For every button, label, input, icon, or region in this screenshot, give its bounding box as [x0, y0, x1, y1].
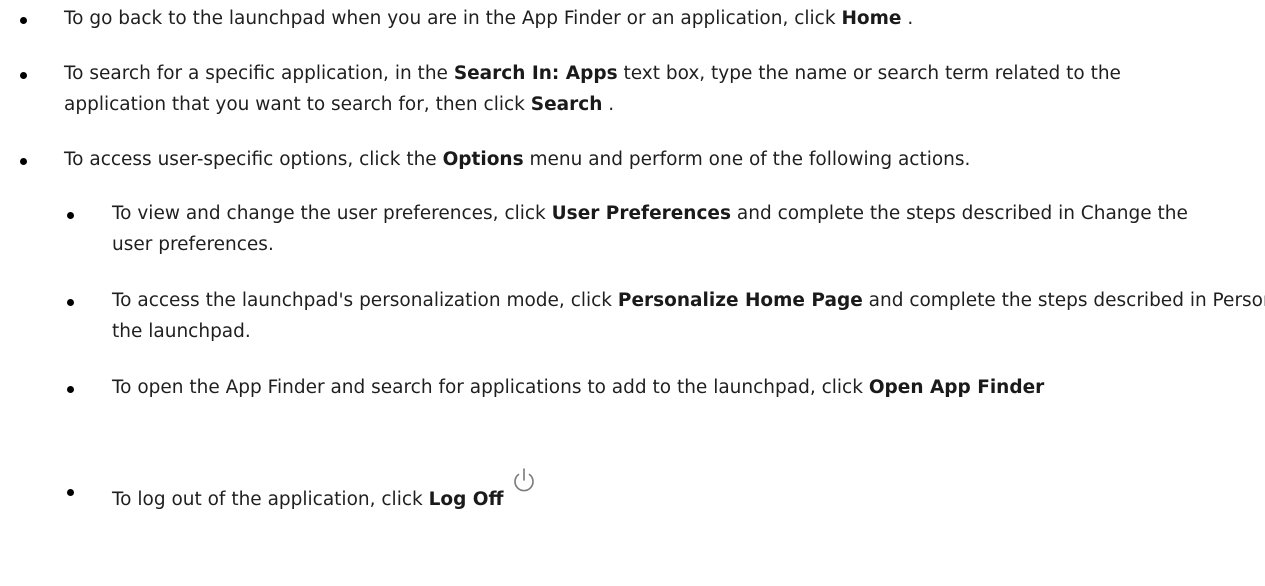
list-item-home: To go back to the launchpad when you are… — [0, 3, 1265, 34]
sublist-item-log-off: To log out of the application, click Log… — [0, 468, 1232, 515]
item-text: To go back to the launchpad when you are… — [64, 8, 842, 29]
list-item-options: To access user-specific options, click t… — [0, 144, 1265, 175]
item-text: To log out of the application, click — [112, 489, 429, 510]
item-text: To open the App Finder and search for ap… — [112, 377, 869, 398]
item-text: To access user-specific options, click t… — [64, 149, 443, 170]
bullet — [67, 299, 74, 306]
sublist-item-app-finder: To open the App Finder and search for ap… — [0, 372, 1265, 403]
bullet — [67, 212, 74, 219]
open-app-finder-label: Open App Finder — [868, 377, 1045, 398]
sublist-item-user-preferences: To view and change the user preferences,… — [0, 198, 1232, 260]
item-text: To access the launchpad's personalizatio… — [112, 290, 618, 311]
search-label: Search — [530, 94, 603, 115]
sublist-item-personalize: To access the launchpad's personalizatio… — [0, 285, 1265, 347]
user-preferences-label: User Preferences — [551, 203, 731, 224]
log-off-label: Log Off — [428, 489, 504, 510]
options-label: Options — [442, 149, 524, 170]
bullet — [67, 489, 74, 496]
bullet — [67, 386, 74, 393]
list-item-search: To search for a specific application, in… — [0, 58, 1234, 120]
document-body: To go back to the launchpad when you are… — [0, 0, 1265, 586]
search-in-apps-label: Search In: Apps — [453, 63, 618, 84]
item-text: To view and change the user preferences,… — [112, 203, 552, 224]
bullet — [20, 17, 27, 24]
bullet — [20, 158, 27, 165]
bullet — [20, 72, 27, 79]
power-icon — [510, 465, 538, 497]
home-label: Home — [841, 8, 902, 29]
personalize-home-page-label: Personalize Home Page — [617, 290, 863, 311]
item-text: To search for a specific application, in… — [64, 63, 454, 84]
